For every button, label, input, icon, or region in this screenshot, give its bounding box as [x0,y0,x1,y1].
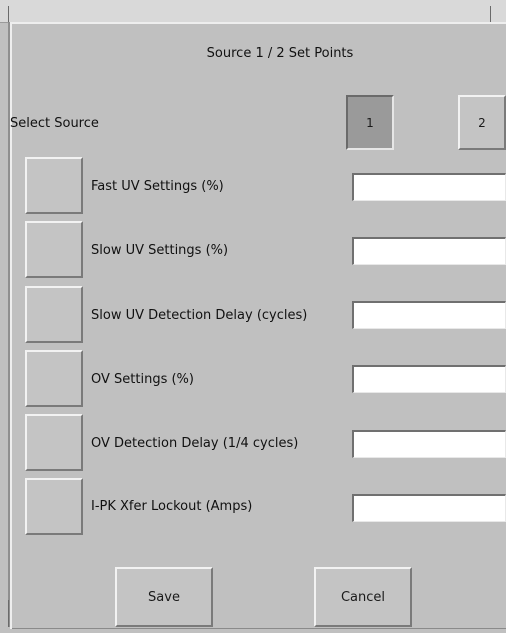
window-top-bar [0,0,506,23]
source-2-button[interactable]: 2 [458,95,506,150]
ipk-lockout-input[interactable] [352,494,506,522]
top-divider-right [490,6,491,22]
top-divider-left [8,6,9,22]
fast-uv-select-button[interactable] [25,157,83,214]
select-source-label: Select Source [10,116,99,131]
save-button[interactable]: Save [115,567,213,627]
ipk-lockout-select-button[interactable] [25,478,83,535]
slow-uv-input[interactable] [352,237,506,265]
slow-uv-delay-select-button[interactable] [25,286,83,343]
dialog-title: Source 1 / 2 Set Points [206,46,354,61]
ipk-lockout-label: I-PK Xfer Lockout (Amps) [91,499,253,514]
source-1-button[interactable]: 1 [346,95,394,150]
slow-uv-delay-label: Slow UV Detection Delay (cycles) [91,308,308,323]
slow-uv-label: Slow UV Settings (%) [91,243,229,258]
bottom-divider-left [8,600,9,627]
fast-uv-label: Fast UV Settings (%) [91,179,224,194]
slow-uv-delay-input[interactable] [352,301,506,329]
ov-delay-label: OV Detection Delay (1/4 cycles) [91,436,299,451]
slow-uv-select-button[interactable] [25,221,83,278]
ov-settings-input[interactable] [352,365,506,393]
ov-settings-label: OV Settings (%) [91,372,194,387]
fast-uv-input[interactable] [352,173,506,201]
setpoints-window: Source 1 / 2 Set Points Select Source 1 … [0,0,506,633]
cancel-button[interactable]: Cancel [314,567,412,627]
ov-settings-select-button[interactable] [25,350,83,407]
ov-delay-select-button[interactable] [25,414,83,471]
ov-delay-input[interactable] [352,430,506,458]
